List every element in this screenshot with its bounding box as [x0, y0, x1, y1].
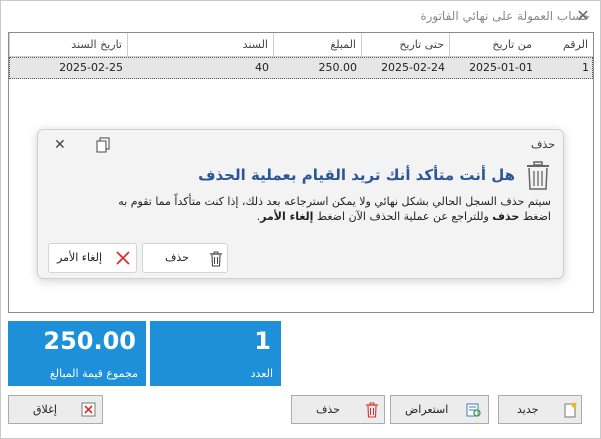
copy-icon[interactable] [95, 137, 111, 153]
dialog-delete-button[interactable]: حذف [142, 243, 228, 273]
delete-button[interactable]: حذف [291, 395, 385, 424]
grid-header: الرقم من تاريخ حتى تاريخ المبلغ السند تا… [9, 33, 593, 57]
browse-icon [466, 403, 481, 417]
trash-icon [527, 161, 549, 190]
close-button[interactable]: إغلاق [8, 395, 103, 424]
dialog-message-line2: اضغط حذف وللتراجع عن عملية الحذف الآن اض… [51, 209, 551, 224]
cancel-x-icon [116, 251, 130, 265]
trash-icon [366, 402, 378, 418]
browse-button-label: استعراض [405, 403, 449, 416]
cell-voucher: 40 [255, 61, 269, 74]
new-button[interactable]: جديد [498, 395, 582, 424]
close-icon [81, 402, 96, 417]
col-header-from-date[interactable]: من تاريخ [449, 33, 537, 57]
new-button-label: جديد [517, 403, 539, 416]
dialog-cancel-button[interactable]: إلغاء الأمر [48, 243, 137, 273]
total-amount-value: 250.00 [43, 327, 136, 355]
window-close-icon[interactable]: ✕ [573, 6, 593, 26]
dialog-message: سيتم حذف السجل الحالي بشكل نهائي ولا يمك… [51, 194, 551, 224]
dialog-message-line1: سيتم حذف السجل الحالي بشكل نهائي ولا يمك… [118, 195, 551, 208]
msg-bold-cancel: إلغاء الأمر [260, 210, 314, 223]
window-title: حساب العمولة على نهائي الفاتورة [420, 9, 590, 23]
trash-icon [210, 251, 222, 267]
app-window: حساب العمولة على نهائي الفاتورة ✕ الرقم … [0, 0, 601, 439]
msg-bold-delete: حذف [492, 210, 520, 223]
col-header-amount[interactable]: المبلغ [273, 33, 361, 57]
count-tile: 1 العدد [150, 321, 281, 386]
col-header-voucher[interactable]: السند [127, 33, 273, 57]
delete-confirm-dialog: حذف ✕ هل أنت متأكد أنك تريد القيام بعملي… [37, 129, 564, 279]
dialog-heading: هل أنت متأكد أنك تريد القيام بعملية الحذ… [198, 166, 515, 184]
table-row[interactable]: 1 2025-01-01 2025-02-24 250.00 40 2025-0… [9, 57, 593, 79]
dialog-close-icon[interactable]: ✕ [54, 137, 66, 153]
msg-part: وللتراجع عن عملية الحذف الآن اضغط [313, 210, 493, 223]
count-label: العدد [250, 367, 273, 380]
dialog-label: حذف [531, 138, 555, 151]
col-header-voucher-date[interactable]: تاريخ السند [9, 33, 127, 57]
delete-button-label: حذف [316, 403, 340, 416]
cell-number: 1 [582, 61, 589, 74]
col-header-number[interactable]: الرقم [537, 33, 593, 57]
new-document-icon [564, 402, 577, 418]
total-amount-label: مجموع قيمة المبالغ [49, 367, 138, 380]
col-header-to-date[interactable]: حتى تاريخ [361, 33, 449, 57]
cell-amount: 250.00 [318, 61, 358, 74]
cell-from-date: 2025-01-01 [469, 61, 533, 74]
cell-voucher-date: 2025-02-25 [59, 61, 123, 74]
close-button-label: إغلاق [33, 403, 57, 416]
title-bar: حساب العمولة على نهائي الفاتورة [1, 1, 600, 31]
dialog-cancel-label: إلغاء الأمر [57, 251, 103, 264]
msg-part: اضغط [519, 210, 551, 223]
total-amount-tile: 250.00 مجموع قيمة المبالغ [8, 321, 146, 386]
browse-button[interactable]: استعراض [390, 395, 489, 424]
dialog-delete-label: حذف [165, 251, 189, 264]
cell-to-date: 2025-02-24 [381, 61, 445, 74]
count-value: 1 [254, 327, 271, 355]
